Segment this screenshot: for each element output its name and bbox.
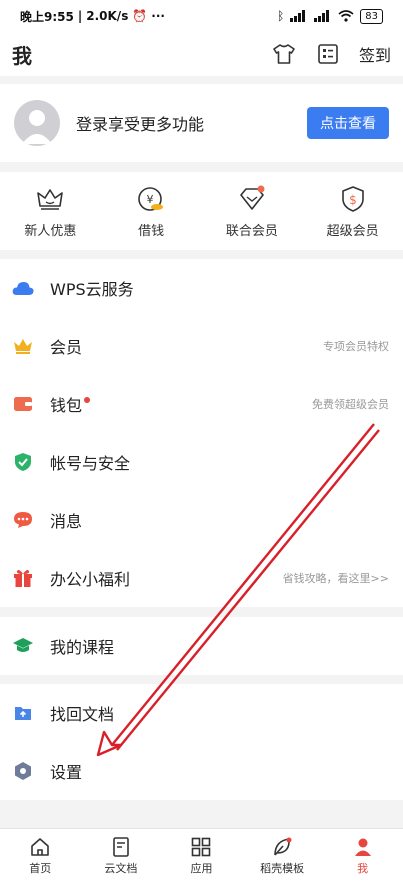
menu-label: WPS云服务: [50, 280, 134, 299]
status-right: ᛒ 83: [277, 8, 383, 24]
status-bar: 晚上9:55 | 2.0K/s ⏰ ··· ᛒ 83: [0, 0, 403, 32]
leaf-icon: [274, 837, 292, 856]
notification-dot: [84, 397, 91, 403]
status-divider: |: [77, 9, 83, 23]
status-time: 晚上9:55: [20, 9, 74, 24]
tab-apps[interactable]: 应用: [166, 837, 236, 876]
svg-text:¥: ¥: [147, 193, 154, 206]
tab-me[interactable]: 我: [328, 837, 398, 876]
coin-icon: ¥: [136, 184, 166, 214]
graduation-cap-icon: [12, 635, 34, 657]
cloud-icon: [12, 277, 34, 299]
tab-home[interactable]: 首页: [5, 837, 75, 876]
tab-label: 首页: [29, 861, 52, 875]
page-header: 我 签到: [0, 32, 403, 76]
avatar[interactable]: [14, 100, 60, 146]
menu-group-courses: 我的课程: [0, 617, 403, 675]
document-icon: [113, 836, 129, 857]
tab-label: 稻壳模板: [260, 861, 305, 875]
menu-label: 设置: [50, 763, 83, 782]
menu-item-my-courses[interactable]: 我的课程: [0, 617, 403, 675]
more-dots-icon: ···: [151, 9, 165, 23]
quick-item-loan[interactable]: ¥ 借钱: [106, 184, 196, 239]
menu-label: 帐号与安全: [50, 454, 131, 473]
quick-label: 借钱: [138, 223, 165, 239]
menu-item-wallet[interactable]: 钱包 免费领超级会员: [0, 375, 403, 433]
tab-label: 我: [357, 861, 369, 875]
settings-hex-icon: [12, 760, 34, 782]
quick-label: 联合会员: [225, 223, 278, 239]
shield-dollar-icon: $: [338, 184, 368, 214]
login-card[interactable]: 登录享受更多功能 点击查看: [0, 84, 403, 162]
home-icon: [31, 837, 50, 856]
tshirt-icon[interactable]: [271, 41, 297, 67]
menu-label-text: 钱包: [50, 396, 83, 415]
menu-item-recover-documents[interactable]: 找回文档: [0, 684, 403, 742]
checkin-button[interactable]: 签到: [359, 42, 391, 66]
status-left: 晚上9:55 | 2.0K/s ⏰ ···: [20, 8, 165, 25]
menu-label: 办公小福利: [50, 570, 131, 589]
menu-hint: 免费领超级会员: [312, 398, 389, 411]
quick-label: 新人优惠: [24, 223, 77, 239]
view-login-button[interactable]: 点击查看: [307, 107, 389, 139]
menu-label: 钱包: [50, 392, 312, 416]
alarm-icon: ⏰: [132, 9, 148, 23]
menu-item-account-security[interactable]: 帐号与安全: [0, 433, 403, 491]
menu-item-member[interactable]: 会员 专项会员特权: [0, 317, 403, 375]
page-title: 我: [12, 43, 32, 68]
menu-hint: 省钱攻略，看这里>>: [282, 572, 389, 585]
menu-item-messages[interactable]: 消息: [0, 491, 403, 549]
status-speed: 2.0K/s: [86, 9, 129, 23]
quick-label: 超级会员: [326, 223, 379, 239]
menu-item-settings[interactable]: 设置: [0, 742, 403, 800]
shield-check-icon: [12, 451, 34, 473]
quick-actions: 新人优惠 ¥ 借钱 联合会员 $ 超级会员: [0, 172, 403, 250]
wallet-icon: [12, 393, 34, 415]
chat-icon: [12, 509, 34, 531]
quick-item-newcomer[interactable]: 新人优惠: [5, 184, 95, 239]
menu-label: 会员: [50, 338, 83, 357]
tab-label: 应用: [190, 861, 213, 875]
tab-cloud-docs[interactable]: 云文档: [86, 836, 156, 876]
user-icon: [354, 838, 371, 856]
apps-grid-icon: [192, 837, 211, 856]
menu-label: 消息: [50, 512, 83, 531]
crown-outline-icon: [35, 184, 65, 214]
wifi-icon: [338, 10, 354, 22]
checklist-icon[interactable]: [315, 41, 341, 67]
gift-icon: [12, 567, 34, 589]
header-actions: 签到: [271, 41, 391, 67]
tab-docer-templates[interactable]: 稻壳模板: [247, 837, 317, 876]
diamond-plus-icon: [237, 184, 267, 214]
quick-item-joint-member[interactable]: 联合会员: [207, 184, 297, 239]
menu-item-wps-cloud[interactable]: WPS云服务: [0, 259, 403, 317]
bluetooth-icon: ᛒ: [277, 9, 285, 23]
menu-item-office-benefits[interactable]: 办公小福利 省钱攻略，看这里>>: [0, 549, 403, 607]
signal-icon: [290, 10, 306, 22]
battery-indicator: 83: [360, 8, 383, 24]
folder-recover-icon: [12, 702, 34, 724]
menu-hint: 专项会员特权: [323, 340, 389, 353]
login-prompt: 登录享受更多功能: [76, 115, 205, 134]
svg-text:$: $: [349, 193, 357, 207]
menu-label: 我的课程: [50, 638, 115, 657]
tab-label: 云文档: [104, 861, 138, 875]
quick-item-super-member[interactable]: $ 超级会员: [308, 184, 398, 239]
menu-group-main: WPS云服务 会员 专项会员特权 钱包 免费领超级会员 帐号与安全 消息 办公小…: [0, 259, 403, 607]
menu-group-tools: 找回文档 设置: [0, 684, 403, 800]
bottom-tab-bar: 首页 云文档 应用 稻壳模板 我: [0, 828, 403, 883]
menu-label: 找回文档: [50, 705, 115, 724]
crown-icon: [12, 335, 34, 357]
signal-icon-2: [314, 10, 330, 22]
